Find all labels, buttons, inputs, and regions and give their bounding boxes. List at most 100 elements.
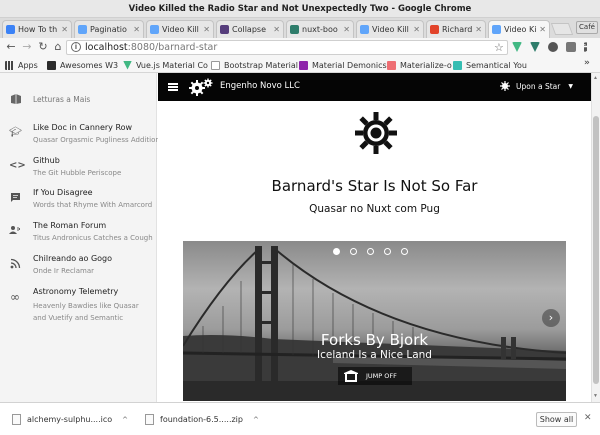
bookmark-label: Bootstrap Material xyxy=(224,60,299,70)
carousel-dot-5[interactable] xyxy=(401,248,408,255)
tab-1[interactable]: Paginatio ✕ xyxy=(74,20,144,38)
tab-2[interactable]: Video Kill ✕ xyxy=(146,20,214,38)
nuxt-extension-icon[interactable] xyxy=(530,42,540,52)
page-subtitle: Quasar no Nuxt com Pug xyxy=(309,203,440,215)
tab-5[interactable]: Video Kill ✕ xyxy=(356,20,424,38)
close-icon[interactable]: ✕ xyxy=(539,25,546,34)
chevron-up-icon[interactable]: ^ xyxy=(122,416,128,424)
jump-off-button[interactable]: JUMP OFF xyxy=(338,367,412,385)
info-icon[interactable]: i xyxy=(71,42,81,52)
close-icon[interactable]: ✕ xyxy=(203,25,210,34)
close-icon[interactable]: ✕ xyxy=(413,25,420,34)
image-carousel[interactable]: › Forks By Bjork Iceland Is a Nice Land … xyxy=(183,241,566,401)
user-menu-label: Upon a Star xyxy=(516,81,561,91)
new-tab-button[interactable] xyxy=(550,23,574,35)
download-filename: alchemy-sulphu....ico xyxy=(27,415,113,424)
forward-button[interactable]: → xyxy=(20,40,34,54)
show-all-button[interactable]: Show all xyxy=(536,412,577,427)
bookmark-label: Semantical You xyxy=(466,60,527,70)
close-icon[interactable]: ✕ xyxy=(133,25,140,34)
carousel-next-button[interactable]: › xyxy=(542,309,560,327)
school-icon: 🎓︎ xyxy=(9,127,22,138)
close-icon[interactable]: ✕ xyxy=(273,25,280,34)
extension-icon[interactable] xyxy=(566,42,576,52)
bookmark-star-icon[interactable]: ☆ xyxy=(494,41,504,54)
bookmark-label: Apps xyxy=(18,60,38,70)
window-title: Video Killed the Radio Star and Not Unex… xyxy=(0,0,600,18)
tab-label: Video Kill xyxy=(162,25,199,34)
chevron-up-icon[interactable]: ^ xyxy=(253,416,259,424)
sidebar-item-title: The Roman Forum xyxy=(33,221,107,230)
tab-label: Richard ( xyxy=(442,25,473,34)
rss-icon xyxy=(9,258,21,270)
user-menu-dropdown[interactable]: Upon a Star ▼ xyxy=(500,81,573,91)
close-icon[interactable]: ✕ xyxy=(584,413,592,423)
vue-devtools-icon[interactable] xyxy=(512,42,522,52)
bookmark-semantic[interactable]: Semantical You xyxy=(453,59,527,71)
sidebar: Letturas a Mais 🎓︎ Like Doc in Cannery R… xyxy=(0,73,166,402)
sidebar-header-label: Letturas a Mais xyxy=(33,94,91,104)
tab-4[interactable]: nuxt-boo ✕ xyxy=(286,20,354,38)
tab-label: Collapse xyxy=(232,25,266,34)
reload-button[interactable]: ↻ xyxy=(36,40,50,54)
sidebar-item-github[interactable]: <> Github The Git Hubble Periscope xyxy=(0,154,156,184)
menu-icon[interactable] xyxy=(168,83,178,91)
brand-name[interactable]: Engenho Novo LLC xyxy=(220,81,300,91)
carousel-dot-3[interactable] xyxy=(367,248,374,255)
bookmark-apps[interactable]: Apps xyxy=(5,59,38,71)
tab-favicon-icon xyxy=(220,25,229,34)
bookmark-label: Material Demonics xyxy=(312,60,387,70)
sidebar-item-subtitle: Titus Andronicus Catches a Cough xyxy=(33,234,153,242)
tab-3[interactable]: Collapse ✕ xyxy=(216,20,284,38)
page-scrollbar[interactable]: ▲ ▼ xyxy=(591,73,600,402)
gears-logo-icon xyxy=(189,78,213,96)
tab-0[interactable]: How To th ✕ xyxy=(2,20,72,38)
carousel-caption-subtitle: Iceland Is a Nice Land xyxy=(317,349,432,361)
bookmark-vue[interactable]: Vue.js Material Co xyxy=(123,59,208,71)
home-button[interactable]: ⌂ xyxy=(51,40,65,54)
download-item-1[interactable]: alchemy-sulphu....ico ^ xyxy=(12,414,128,425)
tab-6[interactable]: Richard ( ✕ xyxy=(426,20,486,38)
bookmark-awesome[interactable]: Awesomes W3 xyxy=(47,59,118,71)
tab-7-active[interactable]: Video Kil ✕ xyxy=(488,20,550,38)
close-icon[interactable]: ✕ xyxy=(61,25,68,34)
tab-label: Video Kill xyxy=(372,25,409,34)
sidebar-item-subtitle: Onde Ir Reclamar xyxy=(33,267,95,275)
code-icon: <> xyxy=(9,160,26,171)
extension-icon[interactable] xyxy=(548,42,558,52)
app-header: Engenho Novo LLC Upon a Star ▼ xyxy=(158,73,591,101)
bookmarks-overflow-icon[interactable]: » xyxy=(584,58,590,68)
sidebar-item-subtitle: Quasar Orgasmic Pugliness Additional xyxy=(33,136,167,144)
carousel-dot-2[interactable] xyxy=(350,248,357,255)
sidebar-item-subtitle: Heavenly Bawdies like Quasar and Vuetify… xyxy=(33,302,139,322)
sidebar-item-roman-forum[interactable]: The Roman Forum Titus Andronicus Catches… xyxy=(0,219,156,249)
infinity-icon: ∞ xyxy=(10,290,20,304)
window-control-button[interactable]: Café xyxy=(576,21,598,34)
download-item-2[interactable]: foundation-6.5.....zip ^ xyxy=(145,414,259,425)
back-button[interactable]: ← xyxy=(4,40,18,54)
sidebar-item-disagree[interactable]: If You Disagree Words that Rhyme With Am… xyxy=(0,186,156,216)
sidebar-item-cannery-row[interactable]: 🎓︎ Like Doc in Cannery Row Quasar Orgasm… xyxy=(0,121,166,151)
bookmark-label: Vue.js Material Co xyxy=(136,60,208,70)
scroll-up-icon[interactable]: ▲ xyxy=(593,75,598,81)
tab-label: nuxt-boo xyxy=(302,25,338,34)
carousel-dot-4[interactable] xyxy=(384,248,391,255)
gate-icon xyxy=(344,370,358,382)
close-icon[interactable]: ✕ xyxy=(343,25,350,34)
address-bar[interactable]: i localhost:8080/barnard-star xyxy=(66,40,508,55)
menu-dots-icon[interactable] xyxy=(584,42,587,52)
scroll-down-icon[interactable]: ▼ xyxy=(593,393,598,399)
url-port: :8080 xyxy=(127,42,156,53)
sidebar-item-chilreando[interactable]: Chilreando ao Gogo Onde Ir Reclamar xyxy=(0,252,156,282)
close-icon[interactable]: ✕ xyxy=(475,25,482,34)
scrollbar-thumb[interactable] xyxy=(593,116,599,384)
bookmark-material[interactable]: Material Demonics xyxy=(299,59,387,71)
bookmark-label: Awesomes W3 xyxy=(60,60,119,70)
sidebar-item-astronomy[interactable]: ∞ Astronomy Telemetry Heavenly Bawdies l… xyxy=(0,285,156,327)
forum-icon xyxy=(9,225,21,237)
bookmark-bootstrap[interactable]: Bootstrap Material xyxy=(211,59,298,71)
tab-favicon-icon xyxy=(290,25,299,34)
sidebar-item-title: Like Doc in Cannery Row xyxy=(33,123,133,132)
carousel-dot-1[interactable] xyxy=(333,248,340,255)
bookmark-materialize[interactable]: Materialize-o xyxy=(387,59,452,71)
